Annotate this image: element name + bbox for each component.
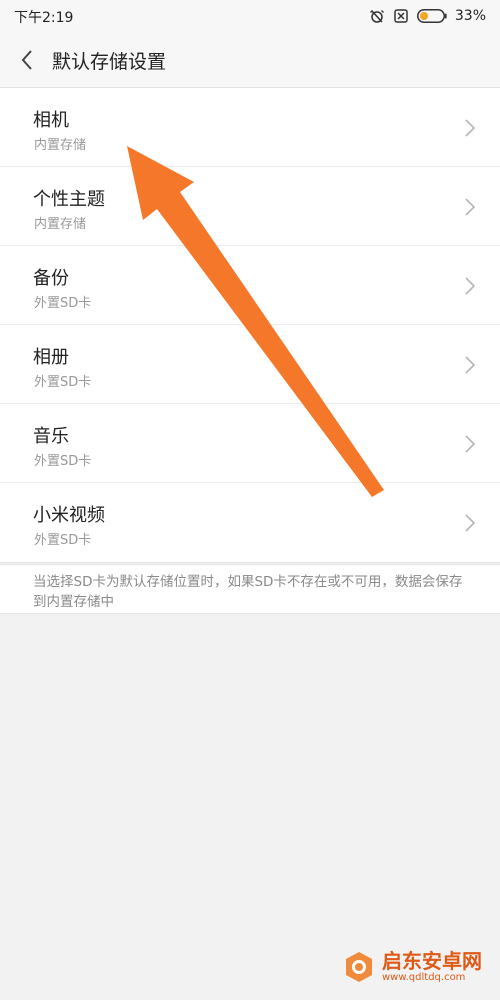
watermark-name: 启东安卓网 [382, 949, 482, 973]
watermark-logo-icon [346, 952, 372, 982]
back-button[interactable] [14, 46, 40, 74]
battery-icon [416, 9, 447, 23]
storage-item-music[interactable]: 音乐 外置SD卡 [0, 404, 500, 483]
battery-percentage: 33% [454, 8, 486, 24]
item-title: 音乐 [33, 426, 69, 447]
chevron-right-icon [465, 514, 476, 532]
item-title: 相机 [33, 110, 69, 131]
watermark-url: www.qdltdq.com [382, 972, 466, 983]
item-subtitle: 内置存储 [34, 217, 87, 232]
chevron-right-icon [465, 277, 476, 295]
sim-x-icon [394, 9, 408, 23]
item-title: 相册 [33, 347, 69, 368]
app-header: 默认存储设置 [0, 32, 500, 88]
storage-item-themes[interactable]: 个性主题 内置存储 [0, 167, 500, 246]
item-title: 备份 [33, 268, 69, 289]
item-subtitle: 外置SD卡 [34, 296, 92, 311]
item-subtitle: 外置SD卡 [34, 375, 92, 390]
storage-footer-note: 当选择SD卡为默认存储位置时，如果SD卡不存在或不可用，数据会保存到内置存储中 [0, 564, 500, 614]
storage-item-gallery[interactable]: 相册 外置SD卡 [0, 325, 500, 404]
item-subtitle: 内置存储 [34, 138, 87, 153]
status-bar: 下午2:19 33% [0, 0, 500, 32]
item-title: 小米视频 [33, 505, 105, 526]
status-icons: 33% [369, 6, 486, 26]
item-title: 个性主题 [33, 189, 105, 210]
chevron-right-icon [465, 198, 476, 216]
item-subtitle: 外置SD卡 [34, 454, 92, 469]
chevron-right-icon [465, 435, 476, 453]
item-subtitle: 外置SD卡 [34, 533, 92, 548]
alarm-off-icon [369, 10, 384, 23]
chevron-right-icon [465, 356, 476, 374]
watermark-text: 启东安卓网 www.qdltdq.com [382, 950, 482, 984]
storage-item-camera[interactable]: 相机 内置存储 [0, 88, 500, 167]
chevron-left-icon [21, 50, 32, 70]
storage-settings-list: 相机 内置存储 个性主题 内置存储 备份 外置SD卡 相册 外置SD卡 音乐 外… [0, 88, 500, 563]
chevron-right-icon [465, 119, 476, 137]
page-title: 默认存储设置 [52, 51, 167, 73]
storage-item-mi-video[interactable]: 小米视频 外置SD卡 [0, 483, 500, 562]
status-time: 下午2:19 [14, 10, 74, 26]
storage-item-backup[interactable]: 备份 外置SD卡 [0, 246, 500, 325]
watermark: 启东安卓网 www.qdltdq.com [342, 942, 492, 992]
